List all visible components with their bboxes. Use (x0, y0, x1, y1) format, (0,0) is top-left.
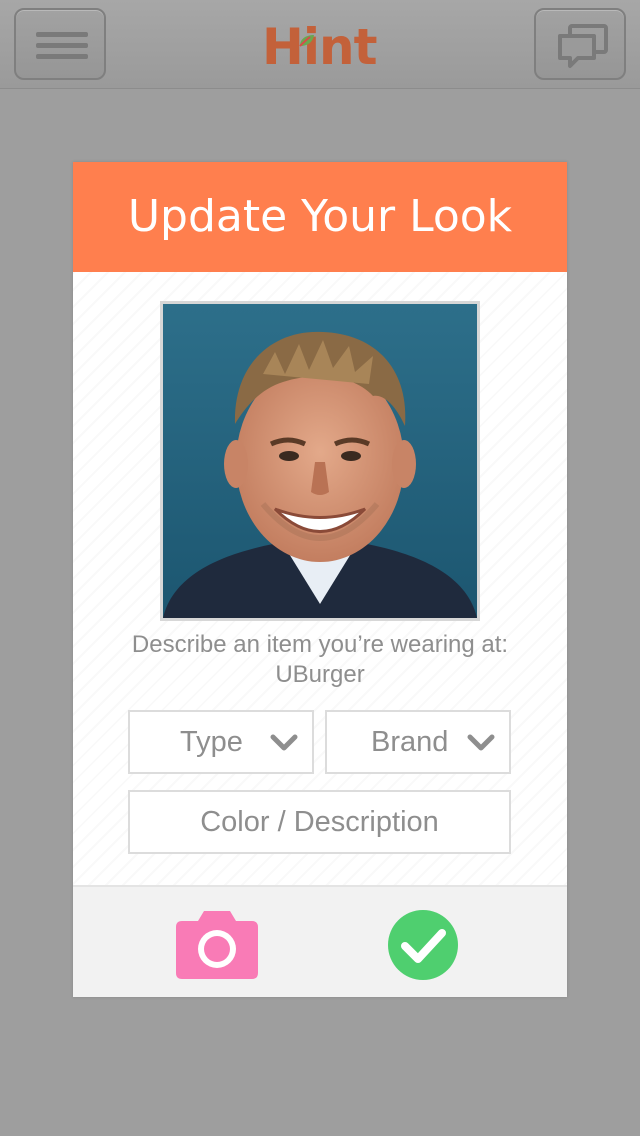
card-title: Update Your Look (73, 162, 567, 272)
update-look-card: Update Your Look Describe an item you’re… (73, 162, 567, 997)
prompt-text: Describe an item you’re wearing at: (131, 631, 509, 658)
menu-button[interactable] (14, 8, 106, 80)
chevron-down-icon (467, 734, 495, 751)
card-actions (73, 885, 567, 997)
portrait-image (163, 304, 477, 618)
messages-button[interactable] (534, 8, 626, 80)
top-navigation-bar: Hint (0, 0, 640, 89)
profile-photo (160, 301, 480, 621)
chat-bubbles-icon (558, 24, 608, 68)
camera-icon[interactable] (174, 907, 260, 981)
brand-select-label: Brand (371, 726, 449, 758)
color-description-input[interactable]: Color / Description (128, 790, 511, 854)
app-logo: Hint (262, 14, 382, 80)
leaf-icon (299, 35, 314, 47)
location-name: UBurger (275, 661, 365, 688)
card-body: Describe an item you’re wearing at: UBur… (73, 272, 567, 885)
logo-text: Hint (262, 18, 377, 76)
brand-select[interactable]: Brand (325, 710, 511, 774)
checkmark-icon[interactable] (387, 909, 459, 981)
chevron-down-icon (270, 734, 298, 751)
hamburger-menu-icon (36, 32, 88, 60)
item-prompt: Describe an item you’re wearing at: UBur… (93, 630, 547, 690)
type-select[interactable]: Type (128, 710, 314, 774)
type-select-label: Type (180, 726, 243, 758)
